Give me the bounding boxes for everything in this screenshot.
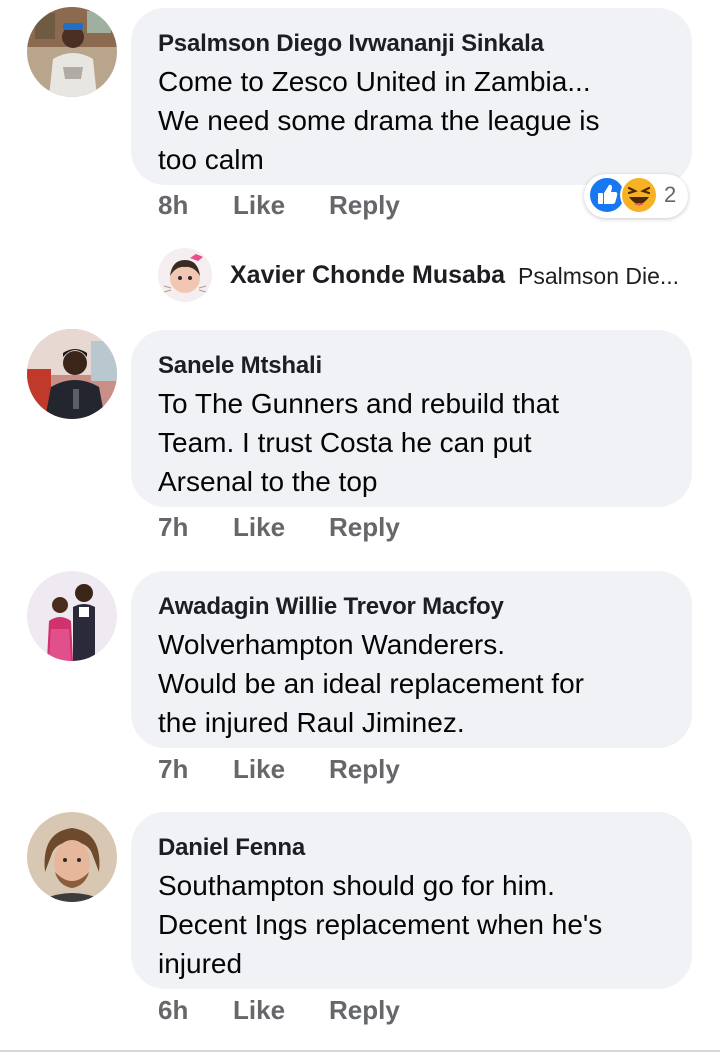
profile-photo-icon — [27, 329, 117, 419]
comment-actions: 7h Like Reply — [158, 752, 458, 786]
comment-author[interactable]: Sanele Mtshali — [158, 350, 666, 382]
comment-bubble: Psalmson Diego Ivwananji Sinkala Come to… — [131, 8, 692, 185]
comment-actions: 7h Like Reply — [158, 510, 458, 544]
comment-line: Team. I trust Costa he can put — [158, 427, 532, 458]
comment-line: Arsenal to the top — [158, 466, 378, 497]
comment-bubble: Sanele Mtshali To The Gunners and rebuil… — [131, 330, 692, 507]
comment-line: To The Gunners and rebuild that — [158, 388, 560, 419]
like-button[interactable]: Like — [233, 188, 285, 222]
comment-actions: 6h Like Reply — [158, 993, 458, 1027]
haha-icon — [620, 176, 658, 214]
divider — [0, 1050, 720, 1052]
comment-line: Southampton should go for him. — [158, 870, 555, 901]
comment-timestamp[interactable]: 6h — [158, 993, 188, 1027]
avatar[interactable] — [27, 812, 117, 902]
comment-text: To The Gunners and rebuild that Team. I … — [158, 384, 666, 501]
comment-author[interactable]: Daniel Fenna — [158, 832, 666, 864]
comment-timestamp[interactable]: 8h — [158, 188, 188, 222]
comment-timestamp[interactable]: 7h — [158, 510, 188, 544]
like-button[interactable]: Like — [233, 752, 285, 786]
comment-line: too calm — [158, 144, 264, 175]
comment-bubble: Awadagin Willie Trevor Macfoy Wolverhamp… — [131, 571, 692, 748]
avatar[interactable] — [27, 7, 117, 97]
comment-text: Wolverhampton Wanderers. Would be an ide… — [158, 625, 666, 742]
profile-photo-icon — [27, 812, 117, 902]
comment-actions: 8h Like Reply — [158, 188, 458, 222]
profile-photo-icon — [158, 248, 212, 302]
comment-timestamp[interactable]: 7h — [158, 752, 188, 786]
like-button[interactable]: Like — [233, 510, 285, 544]
comment-line: We need some drama the league is — [158, 105, 600, 136]
comment-text: Come to Zesco United in Zambia... We nee… — [158, 62, 666, 179]
comments-thread: Psalmson Diego Ivwananji Sinkala Come to… — [0, 0, 720, 1056]
reply-preview-text: Psalmson Die... — [518, 263, 680, 289]
like-button[interactable]: Like — [233, 993, 285, 1027]
comment-text: Southampton should go for him. Decent In… — [158, 866, 666, 983]
avatar[interactable] — [27, 329, 117, 419]
reply-button[interactable]: Reply — [329, 188, 400, 222]
avatar[interactable] — [27, 571, 117, 661]
comment-line: injured — [158, 948, 243, 979]
reply-button[interactable]: Reply — [329, 752, 400, 786]
comment-bubble: Daniel Fenna Southampton should go for h… — [131, 812, 692, 989]
avatar — [158, 248, 212, 302]
comment-line: Come to Zesco United in Zambia... — [158, 66, 591, 97]
comment-line: Decent Ings replacement when he's — [158, 909, 603, 940]
profile-photo-icon — [27, 7, 117, 97]
reaction-count: 2 — [664, 182, 677, 207]
comment-author[interactable]: Awadagin Willie Trevor Macfoy — [158, 591, 666, 623]
comment-line: the injured Raul Jiminez. — [158, 707, 465, 738]
reply-preview-row[interactable]: Xavier Chonde Musaba Psalmson Die... — [158, 248, 698, 304]
comment-line: Wolverhampton Wanderers. — [158, 629, 506, 660]
reply-button[interactable]: Reply — [329, 510, 400, 544]
comment-author[interactable]: Psalmson Diego Ivwananji Sinkala — [158, 28, 666, 60]
comment-line: Would be an ideal replacement for — [158, 668, 584, 699]
reaction-summary[interactable]: 2 — [584, 174, 688, 218]
profile-photo-icon — [27, 571, 117, 661]
reply-author[interactable]: Xavier Chonde Musaba — [230, 258, 505, 292]
reply-button[interactable]: Reply — [329, 993, 400, 1027]
